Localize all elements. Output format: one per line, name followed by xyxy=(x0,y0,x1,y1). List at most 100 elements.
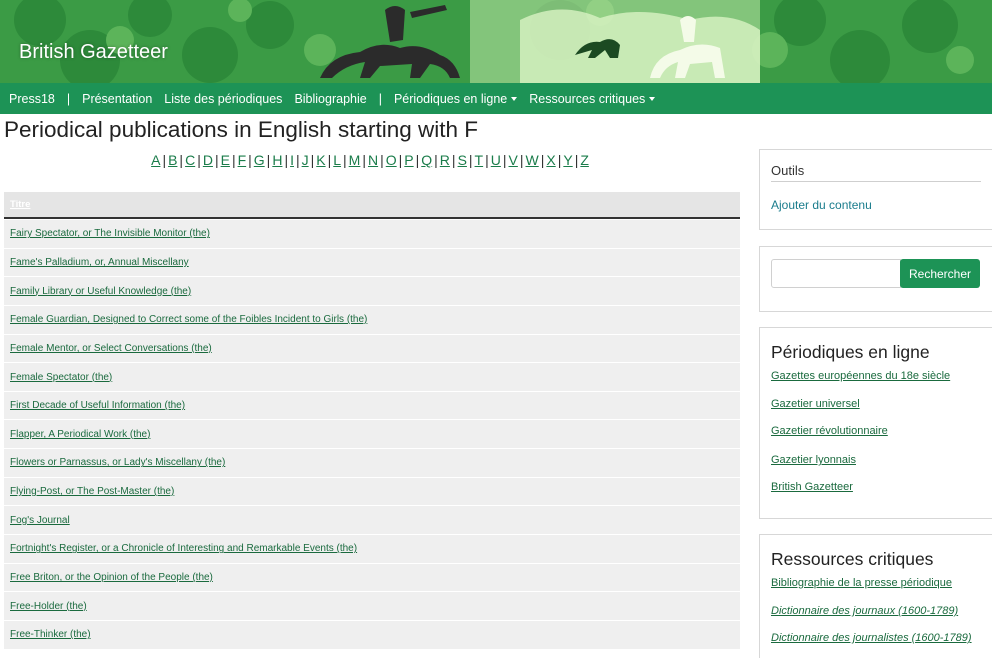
table-row: Fame's Palladium, or, Annual Miscellany xyxy=(4,247,740,277)
table-row: Flying-Post, or The Post-Master (the) xyxy=(4,476,740,506)
alphabet-separator: | xyxy=(248,152,252,168)
table-row: Female Guardian, Designed to Correct som… xyxy=(4,304,740,334)
add-content-link[interactable]: Ajouter du contenu xyxy=(771,198,872,212)
periodical-title-link[interactable]: Flowers or Parnassus, or Lady's Miscella… xyxy=(10,457,225,468)
link-gazetier-revolutionnaire[interactable]: Gazetier révolutionnaire xyxy=(771,425,888,437)
periodiques-card-title: Périodiques en ligne xyxy=(771,342,930,362)
periodical-title-link[interactable]: Female Mentor, or Select Conversations (… xyxy=(10,343,212,354)
alphabet-separator: | xyxy=(362,152,366,168)
alphabet-letter-n[interactable]: N xyxy=(368,152,378,168)
periodical-title-link[interactable]: Free-Thinker (the) xyxy=(10,629,91,640)
periodical-title-link[interactable]: Free Briton, or the Opinion of the Peopl… xyxy=(10,572,213,583)
alphabet-letter-v[interactable]: V xyxy=(509,152,518,168)
alphabet-letter-l[interactable]: L xyxy=(333,152,341,168)
alphabet-separator: | xyxy=(468,152,473,168)
table-row: Fortnight's Register, or a Chronicle of … xyxy=(4,534,740,563)
link-dictionnaire-journalistes[interactable]: Dictionnaire des journalistes (1600-1789… xyxy=(771,632,972,644)
link-dictionnaire-journaux[interactable]: Dictionnaire des journaux (1600-1789) xyxy=(771,605,958,617)
table-row: Female Spectator (the) xyxy=(4,362,740,391)
nav-liste-periodiques[interactable]: Liste des périodiques xyxy=(164,92,282,106)
alphabet-letter-e[interactable]: E xyxy=(221,152,230,168)
periodical-title-link[interactable]: Fog's Journal xyxy=(10,515,70,526)
alphabet-letter-u[interactable]: U xyxy=(491,152,501,168)
nav-periodiques-en-ligne-dropdown[interactable]: Périodiques en ligne xyxy=(393,91,518,106)
alphabet-letter-y[interactable]: Y xyxy=(563,152,572,168)
alphabet-letter-r[interactable]: R xyxy=(440,152,450,168)
link-gazetier-universel[interactable]: Gazetier universel xyxy=(771,398,860,410)
alphabet-letter-m[interactable]: M xyxy=(349,152,361,168)
alphabet-separator: | xyxy=(398,152,403,168)
alphabet-letter-q[interactable]: Q xyxy=(421,152,432,168)
alphabet-letter-b[interactable]: B xyxy=(168,152,177,168)
link-gazetier-lyonnais[interactable]: Gazetier lyonnais xyxy=(771,454,856,466)
alphabet-letter-h[interactable]: H xyxy=(272,152,282,168)
link-bibliographie-presse[interactable]: Bibliographie de la presse périodique xyxy=(771,577,952,589)
alphabet-letter-w[interactable]: W xyxy=(526,152,539,168)
link-gazettes-europeennes[interactable]: Gazettes européennes du 18e siècle xyxy=(771,370,950,382)
periodiques-card: Périodiques en ligne Gazettes européenne… xyxy=(759,327,992,519)
periodical-title-link[interactable]: Flying-Post, or The Post-Master (the) xyxy=(10,486,174,497)
table-body: Fairy Spectator, or The Invisible Monito… xyxy=(4,219,740,649)
alphabet-separator: | xyxy=(284,152,289,168)
alphabet-letter-f[interactable]: F xyxy=(238,152,247,168)
alphabet-separator: | xyxy=(519,152,524,168)
alphabet-letter-z[interactable]: Z xyxy=(580,152,589,168)
periodical-title-link[interactable]: First Decade of Useful Information (the) xyxy=(10,400,185,411)
nav-ressources-critiques-dropdown[interactable]: Ressources critiques xyxy=(529,91,656,106)
tools-card-title: Outils xyxy=(771,163,805,178)
table-header: Titre xyxy=(4,192,740,219)
alphabet-letter-x[interactable]: X xyxy=(546,152,555,168)
ressources-card: Ressources critiques Bibliographie de la… xyxy=(759,534,992,658)
alphabet-letter-g[interactable]: G xyxy=(254,152,265,168)
alphabet-letter-c[interactable]: C xyxy=(185,152,195,168)
alphabet-separator: | xyxy=(451,152,456,168)
periodical-title-link[interactable]: Fairy Spectator, or The Invisible Monito… xyxy=(10,228,210,239)
alphabet-separator: | xyxy=(179,152,184,168)
column-header-titre[interactable]: Titre xyxy=(10,199,30,210)
alphabet-letter-t[interactable]: T xyxy=(475,152,484,168)
nav-press18[interactable]: Press18 xyxy=(9,92,55,106)
alphabet-letter-d[interactable]: D xyxy=(203,152,213,168)
alphabet-letter-j[interactable]: J xyxy=(302,152,309,168)
alphabet-separator: | xyxy=(162,152,167,168)
caret-down-icon xyxy=(511,97,518,102)
periodical-title-link[interactable]: Female Guardian, Designed to Correct som… xyxy=(10,314,367,325)
alphabet-separator: | xyxy=(557,152,562,168)
periodical-title-link[interactable]: Family Library or Useful Knowledge (the) xyxy=(10,286,191,297)
nav-ressources-critiques-label: Ressources critiques xyxy=(529,91,646,106)
alphabet-separator: | xyxy=(502,152,507,168)
link-british-gazetteer[interactable]: British Gazetteer xyxy=(771,481,853,493)
search-button[interactable]: Rechercher xyxy=(900,259,980,288)
alphabet-separator: | xyxy=(295,152,300,168)
alphabet-separator: | xyxy=(574,152,579,168)
search-input[interactable] xyxy=(771,259,901,288)
main-navbar: Press18 | Présentation Liste des périodi… xyxy=(0,83,992,114)
alphabet-letter-i[interactable]: I xyxy=(290,152,294,168)
alphabet-separator: | xyxy=(434,152,438,168)
periodical-title-link[interactable]: Free-Holder (the) xyxy=(10,601,87,612)
nav-periodiques-en-ligne-label: Périodiques en ligne xyxy=(393,91,508,106)
nav-separator: | xyxy=(66,91,71,106)
nav-presentation[interactable]: Présentation xyxy=(82,92,152,106)
table-row: Family Library or Useful Knowledge (the) xyxy=(4,276,740,305)
alphabet-letter-o[interactable]: O xyxy=(386,152,397,168)
nav-bibliographie[interactable]: Bibliographie xyxy=(294,92,366,106)
site-title[interactable]: British Gazetteer xyxy=(19,41,168,64)
periodical-title-link[interactable]: Fortnight's Register, or a Chronicle of … xyxy=(10,543,357,554)
table-row: Female Mentor, or Select Conversations (… xyxy=(4,333,740,363)
table-row: First Decade of Useful Information (the) xyxy=(4,390,740,420)
site-banner: British Gazetteer xyxy=(0,0,992,83)
alphabet-separator: | xyxy=(380,152,384,168)
periodical-title-link[interactable]: Female Spectator (the) xyxy=(10,372,112,383)
table-row: Fog's Journal xyxy=(4,505,740,535)
alphabet-letter-p[interactable]: P xyxy=(404,152,413,168)
periodical-title-link[interactable]: Fame's Palladium, or, Annual Miscellany xyxy=(10,257,189,268)
alphabet-letter-s[interactable]: S xyxy=(458,152,467,168)
alphabet-separator: | xyxy=(415,152,420,168)
periodicals-table: Titre Fairy Spectator, or The Invisible … xyxy=(4,192,740,649)
alphabet-letter-a[interactable]: A xyxy=(151,152,160,168)
table-row: Free-Holder (the) xyxy=(4,591,740,620)
periodical-title-link[interactable]: Flapper, A Periodical Work (the) xyxy=(10,429,150,440)
alphabet-letter-k[interactable]: K xyxy=(316,152,325,168)
alphabet-separator: | xyxy=(310,152,315,168)
